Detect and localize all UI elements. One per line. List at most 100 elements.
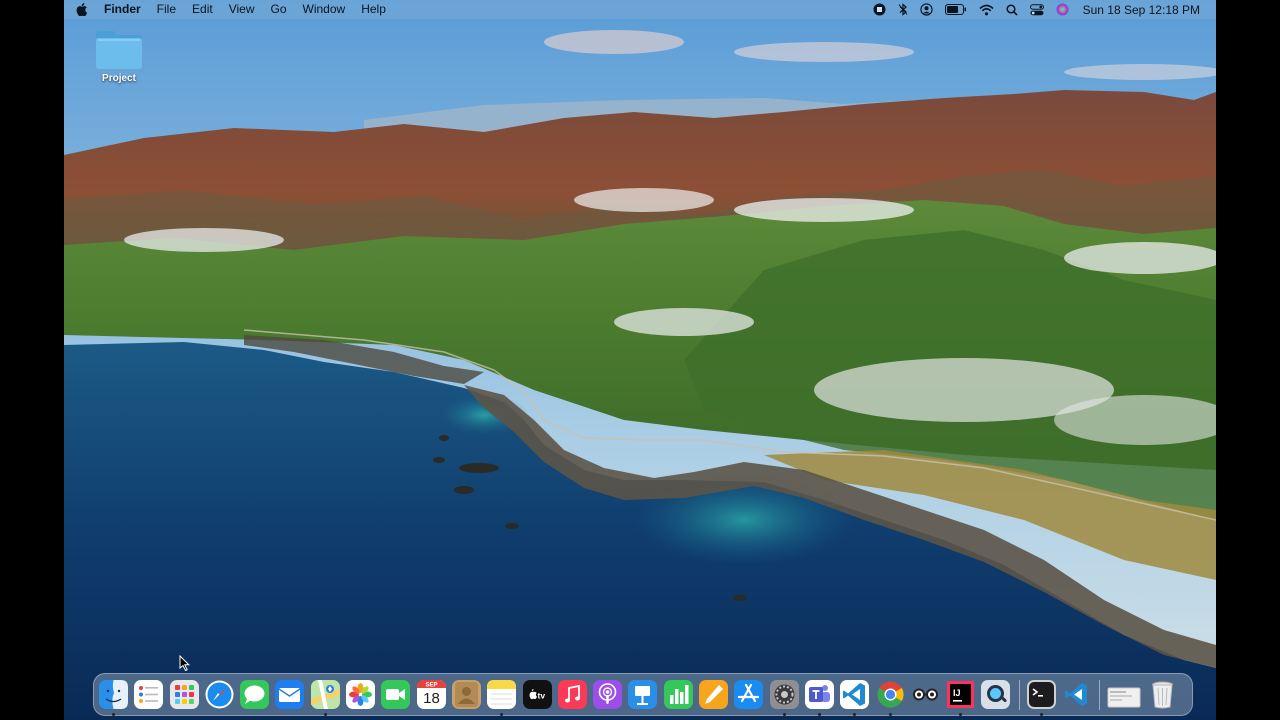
svg-text:IJ: IJ	[953, 688, 961, 698]
dock-vscode-recent[interactable]	[1061, 679, 1092, 710]
control-center-icon	[1029, 3, 1044, 15]
running-indicator	[959, 713, 963, 716]
maps-icon	[310, 680, 340, 709]
calendar-month: SEP	[425, 683, 437, 689]
menu-go[interactable]: Go	[263, 0, 295, 19]
menu-app-finder[interactable]: Finder	[100, 0, 149, 19]
dock-maps[interactable]	[310, 679, 341, 716]
dock-music[interactable]	[557, 679, 588, 710]
app-store-icon	[734, 680, 764, 709]
dock-calendar[interactable]: SEP 18	[416, 679, 447, 710]
running-indicator	[853, 713, 857, 716]
teams-icon	[804, 680, 834, 709]
menu-help[interactable]: Help	[353, 0, 394, 19]
calendar-day: 18	[423, 690, 440, 707]
podcasts-icon	[593, 680, 623, 709]
dock-pages[interactable]	[698, 679, 729, 710]
dock-messages[interactable]	[239, 679, 270, 710]
facetime-icon	[381, 680, 411, 709]
dock-separator	[1099, 679, 1101, 710]
dock: SEP 18 tv IJ	[93, 673, 1193, 716]
search-icon	[1006, 3, 1018, 16]
dock-proxyman[interactable]	[980, 679, 1011, 710]
dock-numbers[interactable]	[663, 679, 694, 710]
notes-icon	[487, 680, 517, 709]
launchpad-icon	[169, 680, 199, 709]
running-indicator	[500, 713, 504, 716]
siri-status[interactable]	[1050, 0, 1075, 19]
dock-teams[interactable]	[804, 679, 835, 716]
dock-chrome[interactable]	[875, 679, 906, 716]
dock-tv[interactable]: tv	[522, 679, 553, 710]
bluetooth-status[interactable]	[892, 0, 914, 19]
dock-charles[interactable]	[910, 679, 941, 710]
mail-icon	[275, 680, 305, 709]
proxyman-icon	[981, 680, 1011, 709]
tv-icon: tv	[522, 680, 552, 709]
desktop-wallpaper	[64, 0, 1216, 720]
dock-podcasts[interactable]	[592, 679, 623, 710]
contacts-icon	[451, 680, 481, 709]
dock-photos[interactable]	[345, 679, 376, 710]
dock-notes[interactable]	[486, 679, 517, 716]
dock-mail[interactable]	[274, 679, 305, 710]
dock-safari[interactable]	[204, 679, 235, 710]
dock-finder[interactable]	[98, 679, 129, 716]
dock-keynote[interactable]	[627, 679, 658, 710]
menubar-clock[interactable]: Sun 18 Sep 12:18 PM	[1075, 0, 1206, 19]
numbers-icon	[663, 680, 693, 709]
music-icon	[557, 680, 587, 709]
downloads-stack-icon	[1107, 687, 1141, 708]
dock-separator	[1018, 679, 1020, 710]
battery-status[interactable]	[939, 0, 973, 19]
running-indicator	[1039, 713, 1043, 716]
intellij-icon: IJ	[947, 681, 975, 708]
dock-vscode[interactable]	[839, 679, 870, 716]
dock-contacts[interactable]	[451, 679, 482, 710]
dock-intellij[interactable]: IJ	[945, 679, 976, 716]
desktop-item-label: Project	[102, 73, 136, 84]
desktop-item-project[interactable]: Project	[90, 28, 148, 84]
running-indicator	[817, 713, 821, 716]
menu-file[interactable]: File	[149, 0, 184, 19]
control-center-status[interactable]	[1024, 0, 1050, 19]
wifi-status[interactable]	[973, 0, 1000, 19]
record-status[interactable]	[867, 0, 892, 19]
menu-window[interactable]: Window	[295, 0, 354, 19]
mouse-cursor-icon	[179, 655, 191, 672]
chrome-icon	[876, 681, 904, 708]
bluetooth-off-icon	[898, 3, 907, 16]
dock-app-store[interactable]	[733, 679, 764, 710]
dock-launchpad[interactable]	[169, 679, 200, 710]
vscode-icon	[1065, 683, 1088, 706]
menu-view[interactable]: View	[221, 0, 263, 19]
dock-downloads[interactable]	[1106, 679, 1142, 710]
folder-icon	[96, 31, 142, 69]
calendar-icon: SEP18	[416, 680, 446, 709]
tv-label: tv	[537, 691, 545, 701]
apple-icon	[76, 3, 88, 16]
dock-facetime[interactable]	[380, 679, 411, 710]
menu-bar: Finder File Edit View Go Window Help Sun…	[64, 0, 1216, 19]
messages-icon	[240, 680, 270, 709]
dock-terminal[interactable]	[1026, 679, 1057, 716]
safari-icon	[205, 680, 234, 709]
spotlight-status[interactable]	[1000, 0, 1024, 19]
menu-edit[interactable]: Edit	[184, 0, 221, 19]
running-indicator	[112, 713, 115, 716]
siri-icon	[1056, 3, 1069, 16]
running-indicator	[323, 713, 327, 716]
dock-trash[interactable]	[1147, 679, 1178, 710]
finder-icon	[99, 680, 128, 709]
charles-icon	[912, 688, 938, 701]
vscode-icon	[840, 680, 870, 709]
apple-menu[interactable]	[64, 0, 100, 19]
dock-reminders[interactable]	[133, 679, 164, 710]
wifi-icon	[979, 4, 994, 15]
stop-record-icon	[873, 3, 886, 16]
battery-icon	[944, 4, 966, 15]
trash-icon	[1151, 681, 1173, 709]
dock-system-preferences[interactable]	[769, 679, 800, 716]
reminders-icon	[134, 680, 164, 709]
user-status[interactable]	[914, 0, 939, 19]
